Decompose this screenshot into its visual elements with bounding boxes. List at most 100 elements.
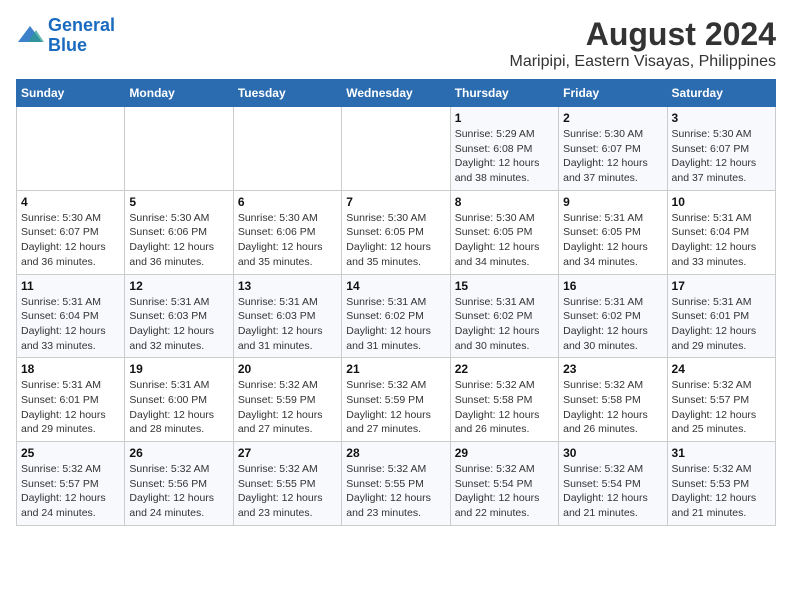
- day-info: Sunrise: 5:30 AM Sunset: 6:06 PM Dayligh…: [129, 211, 228, 270]
- day-number: 20: [238, 362, 337, 376]
- calendar-week-5: 25 Sunrise: 5:32 AM Sunset: 5:57 PM Dayli…: [17, 442, 776, 526]
- calendar-cell: 17 Sunrise: 5:31 AM Sunset: 6:01 PM Dayli…: [667, 274, 775, 358]
- day-number: 25: [21, 446, 120, 460]
- calendar-cell: 29 Sunrise: 5:32 AM Sunset: 5:54 PM Dayli…: [450, 442, 558, 526]
- calendar-cell: 23 Sunrise: 5:32 AM Sunset: 5:58 PM Dayli…: [559, 358, 667, 442]
- calendar-cell: 22 Sunrise: 5:32 AM Sunset: 5:58 PM Dayli…: [450, 358, 558, 442]
- calendar-cell: 28 Sunrise: 5:32 AM Sunset: 5:55 PM Dayli…: [342, 442, 450, 526]
- day-number: 22: [455, 362, 554, 376]
- calendar-cell: 11 Sunrise: 5:31 AM Sunset: 6:04 PM Dayli…: [17, 274, 125, 358]
- day-info: Sunrise: 5:30 AM Sunset: 6:07 PM Dayligh…: [21, 211, 120, 270]
- calendar-cell: [125, 107, 233, 191]
- day-info: Sunrise: 5:31 AM Sunset: 6:05 PM Dayligh…: [563, 211, 662, 270]
- day-number: 7: [346, 195, 445, 209]
- day-number: 24: [672, 362, 771, 376]
- calendar-cell: 1Sunrise: 5:29 AM Sunset: 6:08 PM Daylig…: [450, 107, 558, 191]
- calendar-cell: 26 Sunrise: 5:32 AM Sunset: 5:56 PM Dayli…: [125, 442, 233, 526]
- calendar-cell: 25 Sunrise: 5:32 AM Sunset: 5:57 PM Dayli…: [17, 442, 125, 526]
- day-number: 4: [21, 195, 120, 209]
- day-number: 1: [455, 111, 554, 125]
- day-number: 29: [455, 446, 554, 460]
- calendar-cell: 12 Sunrise: 5:31 AM Sunset: 6:03 PM Dayli…: [125, 274, 233, 358]
- column-header-tuesday: Tuesday: [233, 80, 341, 107]
- logo-text: General Blue: [48, 16, 115, 56]
- calendar-header-row: SundayMondayTuesdayWednesdayThursdayFrid…: [17, 80, 776, 107]
- day-number: 17: [672, 279, 771, 293]
- day-info: Sunrise: 5:30 AM Sunset: 6:07 PM Dayligh…: [672, 127, 771, 186]
- day-number: 15: [455, 279, 554, 293]
- day-number: 5: [129, 195, 228, 209]
- day-number: 16: [563, 279, 662, 293]
- day-info: Sunrise: 5:31 AM Sunset: 6:01 PM Dayligh…: [672, 295, 771, 354]
- day-number: 2: [563, 111, 662, 125]
- day-info: Sunrise: 5:30 AM Sunset: 6:06 PM Dayligh…: [238, 211, 337, 270]
- calendar-cell: 16 Sunrise: 5:31 AM Sunset: 6:02 PM Dayli…: [559, 274, 667, 358]
- calendar-week-2: 4 Sunrise: 5:30 AM Sunset: 6:07 PM Daylig…: [17, 190, 776, 274]
- day-info: Sunrise: 5:31 AM Sunset: 6:03 PM Dayligh…: [129, 295, 228, 354]
- calendar-cell: 14Sunrise: 5:31 AM Sunset: 6:02 PM Dayli…: [342, 274, 450, 358]
- calendar-cell: 4 Sunrise: 5:30 AM Sunset: 6:07 PM Daylig…: [17, 190, 125, 274]
- calendar-cell: 6Sunrise: 5:30 AM Sunset: 6:06 PM Daylig…: [233, 190, 341, 274]
- day-number: 12: [129, 279, 228, 293]
- day-info: Sunrise: 5:31 AM Sunset: 6:04 PM Dayligh…: [21, 295, 120, 354]
- calendar-cell: 19 Sunrise: 5:31 AM Sunset: 6:00 PM Dayli…: [125, 358, 233, 442]
- day-info: Sunrise: 5:32 AM Sunset: 5:58 PM Dayligh…: [563, 378, 662, 437]
- logo-line1: General: [48, 15, 115, 35]
- day-info: Sunrise: 5:32 AM Sunset: 5:55 PM Dayligh…: [346, 462, 445, 521]
- day-info: Sunrise: 5:32 AM Sunset: 5:59 PM Dayligh…: [238, 378, 337, 437]
- day-info: Sunrise: 5:32 AM Sunset: 5:53 PM Dayligh…: [672, 462, 771, 521]
- page-title: August 2024: [510, 16, 777, 53]
- calendar-week-4: 18Sunrise: 5:31 AM Sunset: 6:01 PM Dayli…: [17, 358, 776, 442]
- day-info: Sunrise: 5:31 AM Sunset: 6:00 PM Dayligh…: [129, 378, 228, 437]
- column-header-monday: Monday: [125, 80, 233, 107]
- calendar-cell: 9Sunrise: 5:31 AM Sunset: 6:05 PM Daylig…: [559, 190, 667, 274]
- day-info: Sunrise: 5:31 AM Sunset: 6:01 PM Dayligh…: [21, 378, 120, 437]
- day-info: Sunrise: 5:31 AM Sunset: 6:04 PM Dayligh…: [672, 211, 771, 270]
- calendar-cell: 24 Sunrise: 5:32 AM Sunset: 5:57 PM Dayli…: [667, 358, 775, 442]
- calendar-week-3: 11 Sunrise: 5:31 AM Sunset: 6:04 PM Dayli…: [17, 274, 776, 358]
- title-block: August 2024 Maripipi, Eastern Visayas, P…: [510, 16, 777, 71]
- day-number: 30: [563, 446, 662, 460]
- day-info: Sunrise: 5:32 AM Sunset: 5:54 PM Dayligh…: [455, 462, 554, 521]
- day-info: Sunrise: 5:32 AM Sunset: 5:57 PM Dayligh…: [672, 378, 771, 437]
- day-info: Sunrise: 5:32 AM Sunset: 5:56 PM Dayligh…: [129, 462, 228, 521]
- day-info: Sunrise: 5:30 AM Sunset: 6:07 PM Dayligh…: [563, 127, 662, 186]
- day-number: 10: [672, 195, 771, 209]
- day-number: 26: [129, 446, 228, 460]
- calendar-cell: 30Sunrise: 5:32 AM Sunset: 5:54 PM Dayli…: [559, 442, 667, 526]
- calendar-cell: 21 Sunrise: 5:32 AM Sunset: 5:59 PM Dayli…: [342, 358, 450, 442]
- calendar-cell: 27 Sunrise: 5:32 AM Sunset: 5:55 PM Dayli…: [233, 442, 341, 526]
- calendar-cell: 10 Sunrise: 5:31 AM Sunset: 6:04 PM Dayli…: [667, 190, 775, 274]
- day-info: Sunrise: 5:32 AM Sunset: 5:59 PM Dayligh…: [346, 378, 445, 437]
- calendar-table: SundayMondayTuesdayWednesdayThursdayFrid…: [16, 79, 776, 526]
- calendar-cell: 15 Sunrise: 5:31 AM Sunset: 6:02 PM Dayli…: [450, 274, 558, 358]
- column-header-thursday: Thursday: [450, 80, 558, 107]
- day-number: 27: [238, 446, 337, 460]
- day-info: Sunrise: 5:31 AM Sunset: 6:02 PM Dayligh…: [563, 295, 662, 354]
- day-info: Sunrise: 5:31 AM Sunset: 6:02 PM Dayligh…: [455, 295, 554, 354]
- column-header-wednesday: Wednesday: [342, 80, 450, 107]
- day-info: Sunrise: 5:32 AM Sunset: 5:55 PM Dayligh…: [238, 462, 337, 521]
- day-number: 23: [563, 362, 662, 376]
- calendar-cell: 2 Sunrise: 5:30 AM Sunset: 6:07 PM Daylig…: [559, 107, 667, 191]
- day-number: 13: [238, 279, 337, 293]
- column-header-saturday: Saturday: [667, 80, 775, 107]
- calendar-cell: [233, 107, 341, 191]
- day-number: 31: [672, 446, 771, 460]
- calendar-cell: 8Sunrise: 5:30 AM Sunset: 6:05 PM Daylig…: [450, 190, 558, 274]
- day-number: 21: [346, 362, 445, 376]
- calendar-cell: 18Sunrise: 5:31 AM Sunset: 6:01 PM Dayli…: [17, 358, 125, 442]
- calendar-cell: 7 Sunrise: 5:30 AM Sunset: 6:05 PM Daylig…: [342, 190, 450, 274]
- day-info: Sunrise: 5:32 AM Sunset: 5:58 PM Dayligh…: [455, 378, 554, 437]
- day-number: 14: [346, 279, 445, 293]
- day-number: 28: [346, 446, 445, 460]
- day-info: Sunrise: 5:31 AM Sunset: 6:03 PM Dayligh…: [238, 295, 337, 354]
- calendar-cell: 20 Sunrise: 5:32 AM Sunset: 5:59 PM Dayli…: [233, 358, 341, 442]
- day-number: 11: [21, 279, 120, 293]
- day-info: Sunrise: 5:32 AM Sunset: 5:57 PM Dayligh…: [21, 462, 120, 521]
- day-number: 8: [455, 195, 554, 209]
- page-header: General Blue August 2024 Maripipi, Easte…: [16, 16, 776, 71]
- day-info: Sunrise: 5:30 AM Sunset: 6:05 PM Dayligh…: [346, 211, 445, 270]
- calendar-cell: [342, 107, 450, 191]
- day-number: 19: [129, 362, 228, 376]
